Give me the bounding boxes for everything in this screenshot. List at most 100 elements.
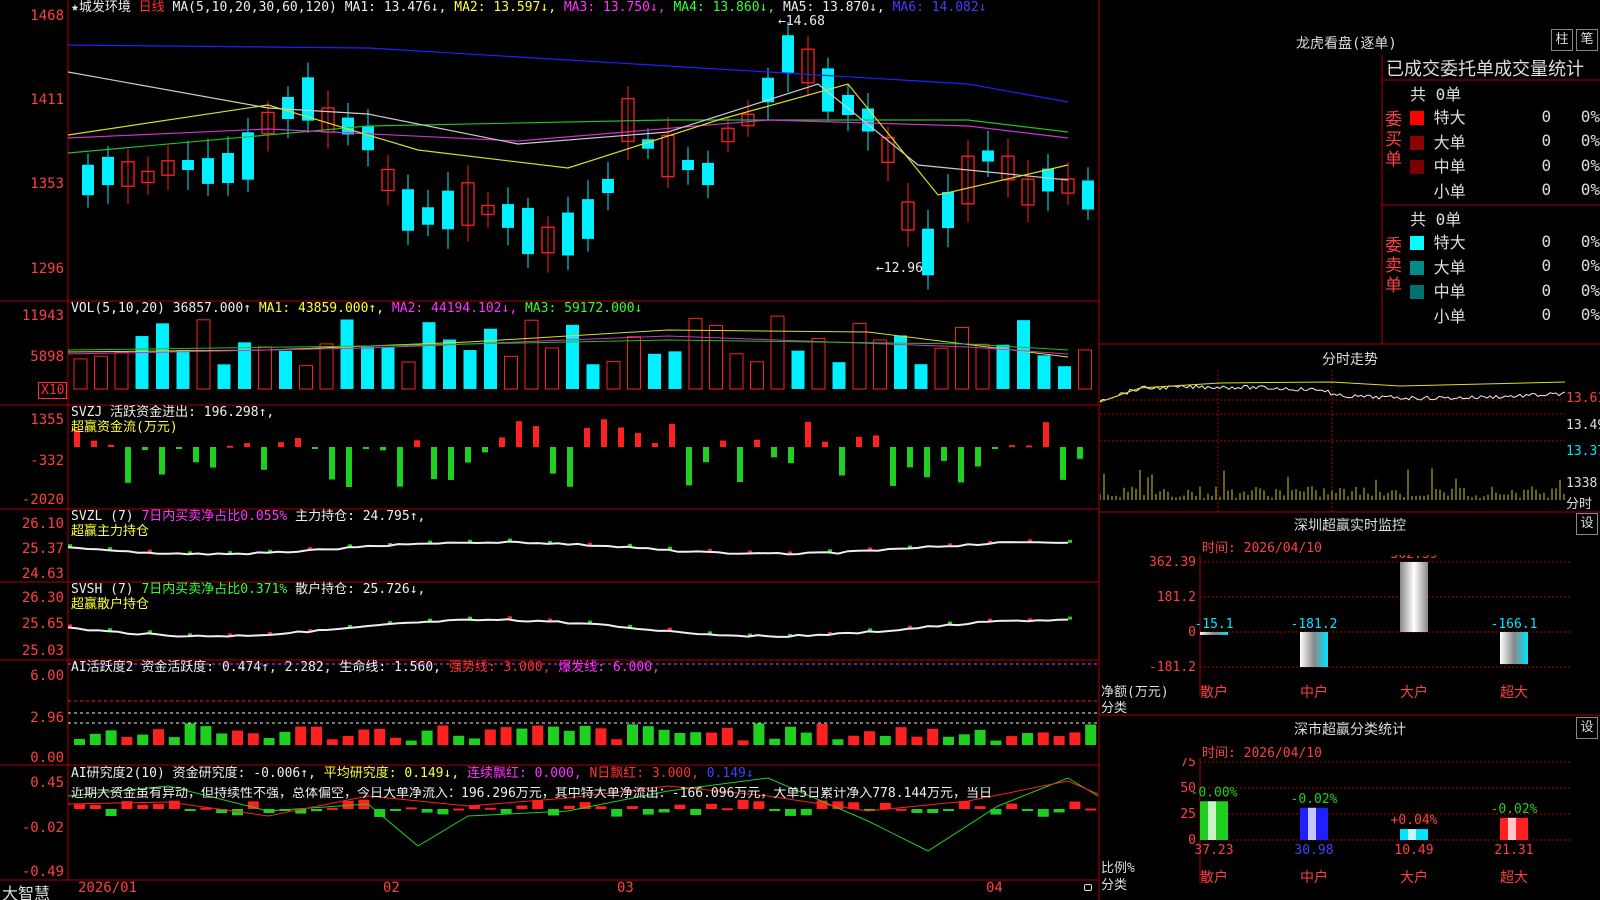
flow-bar xyxy=(567,447,573,487)
flow-bar xyxy=(941,447,947,461)
flow-bar xyxy=(312,447,318,449)
flow-bar xyxy=(1026,445,1032,448)
order-count: 0 xyxy=(1541,231,1552,251)
flow-bar xyxy=(431,447,437,480)
volume-bar xyxy=(176,350,190,389)
dragon-header: 已成交委托单成交量统计 xyxy=(1386,59,1584,80)
research-chart[interactable] xyxy=(68,766,1099,879)
volume-chart[interactable] xyxy=(68,302,1099,404)
intraday-chart[interactable] xyxy=(1100,370,1565,512)
volume-bar xyxy=(627,336,641,390)
order-count: 0 xyxy=(1541,106,1552,126)
flow-bar xyxy=(958,447,964,483)
svsh-title-line: SVSH (7) 7日内买卖净占比0.371% 散户持仓: 25.726↓, xyxy=(71,583,425,597)
sz-monitor-settings-button[interactable]: 设 xyxy=(1576,513,1598,535)
candlestick-chart[interactable] xyxy=(68,0,1099,300)
flow-bar xyxy=(788,447,794,464)
flow-bar xyxy=(176,447,182,449)
color-swatch xyxy=(1410,236,1424,251)
ai2-title-line: AI活跃度2 资金活跃度: 0.474↑, 2.282, 生命线: 1.560,… xyxy=(71,661,660,675)
order-row: 小单 0 0% xyxy=(1410,303,1600,328)
intraday-tick: 13.61 xyxy=(1566,391,1600,406)
research-bar xyxy=(737,799,749,809)
research-label: AI研究度2(10) 资金研究度: -0.006↑, xyxy=(71,766,316,781)
net-bar xyxy=(1200,632,1228,635)
flow-bar xyxy=(380,447,386,451)
color-swatch xyxy=(1410,185,1424,199)
y-tick: 1353 xyxy=(30,176,64,192)
order-type: 中单 xyxy=(1424,282,1466,302)
y-tick: 11943 xyxy=(21,308,64,324)
category-label: 中户 xyxy=(1300,869,1328,886)
holding-line xyxy=(68,540,1069,556)
y-tick: 25 xyxy=(1180,807,1196,822)
ratio-change: +0.04% xyxy=(1391,813,1438,828)
research-bar xyxy=(89,804,101,809)
research-bar xyxy=(753,801,765,809)
fund-flow-chart[interactable] xyxy=(68,406,1099,508)
bar-view-button[interactable]: 柱 xyxy=(1551,29,1573,51)
intraday-tick: 13.37 xyxy=(1566,444,1600,459)
activity-bar xyxy=(437,725,449,745)
flow-bar xyxy=(227,445,233,448)
dragon-title: 龙虎看盘(逐单) xyxy=(1296,36,1397,52)
volume-bar xyxy=(94,355,108,390)
sz-ratio-chart[interactable]: 7550250-0.00%37.23散户-0.02%30.98中户+0.04%1… xyxy=(1100,758,1600,900)
vol-value: 36857.000↑ xyxy=(172,301,252,316)
volume-bar xyxy=(1037,355,1051,389)
research-bar xyxy=(326,807,338,810)
volume-bar xyxy=(401,361,416,390)
flow-bar xyxy=(533,426,539,447)
research-bar xyxy=(927,809,939,814)
ai2-burst: 爆发线: 6.000, xyxy=(558,660,660,675)
activity-bar xyxy=(105,730,117,745)
y-tick: 24.63 xyxy=(21,566,64,582)
volume-bar xyxy=(648,353,661,389)
y-tick: 1468 xyxy=(30,8,64,24)
holding-tick xyxy=(1068,539,1072,543)
activity-chart[interactable] xyxy=(68,661,1099,764)
candle-down xyxy=(702,162,714,186)
flow-bar xyxy=(975,447,981,467)
high-marker: ←14.68 xyxy=(778,14,825,29)
ratio-bar-shine xyxy=(1308,807,1316,840)
flow-bar xyxy=(91,440,97,447)
activity-bar xyxy=(137,734,149,745)
intraday-title: 分时走势 xyxy=(1322,352,1378,368)
activity-bar xyxy=(279,731,291,745)
y-tick: -0.49 xyxy=(21,864,64,880)
sz-stats-settings-button[interactable]: 设 xyxy=(1576,717,1598,739)
research-bar xyxy=(311,809,322,812)
volume-bar xyxy=(975,343,990,390)
vol-label: VOL(5,10,20) xyxy=(71,301,165,316)
activity-bar xyxy=(200,726,212,745)
volume-bar xyxy=(319,343,334,390)
research-bar xyxy=(563,805,575,809)
volume-bar xyxy=(381,347,395,389)
flow-bar xyxy=(890,447,896,486)
activity-bar xyxy=(927,728,939,745)
period-label[interactable]: 日线 xyxy=(139,0,165,15)
order-row: 中单 0 0% xyxy=(1410,153,1600,178)
lock-icon[interactable] xyxy=(1084,884,1092,891)
candle-down xyxy=(922,228,934,276)
activity-bar xyxy=(611,739,623,745)
svsh-label: SVSH (7) xyxy=(71,582,134,597)
tick-view-button[interactable]: 笔 xyxy=(1576,29,1598,51)
volume-bar xyxy=(770,315,785,390)
activity-bar xyxy=(816,723,828,745)
volume-bar xyxy=(135,336,149,389)
flow-bar xyxy=(703,447,709,463)
activity-bar xyxy=(721,727,733,745)
y-tick: 75 xyxy=(1180,758,1196,770)
activity-bar xyxy=(595,728,607,745)
net-value: -15.1 xyxy=(1194,617,1233,632)
activity-bar xyxy=(563,730,575,745)
stock-name[interactable]: ★城发环境 xyxy=(71,0,131,15)
sz-net-chart[interactable]: 362.39181.20-181.2-15.1散户-181.2中户362.39大… xyxy=(1100,555,1600,715)
volume-bar xyxy=(709,325,723,390)
intraday-label: 分时 xyxy=(1566,497,1593,512)
research-description: 近期大资金虽有异动，但持续性不强，总体偏空，今日大单净流入：196.296万元，… xyxy=(71,787,993,801)
volume-bar xyxy=(1017,320,1030,389)
volume-bar xyxy=(811,337,826,390)
